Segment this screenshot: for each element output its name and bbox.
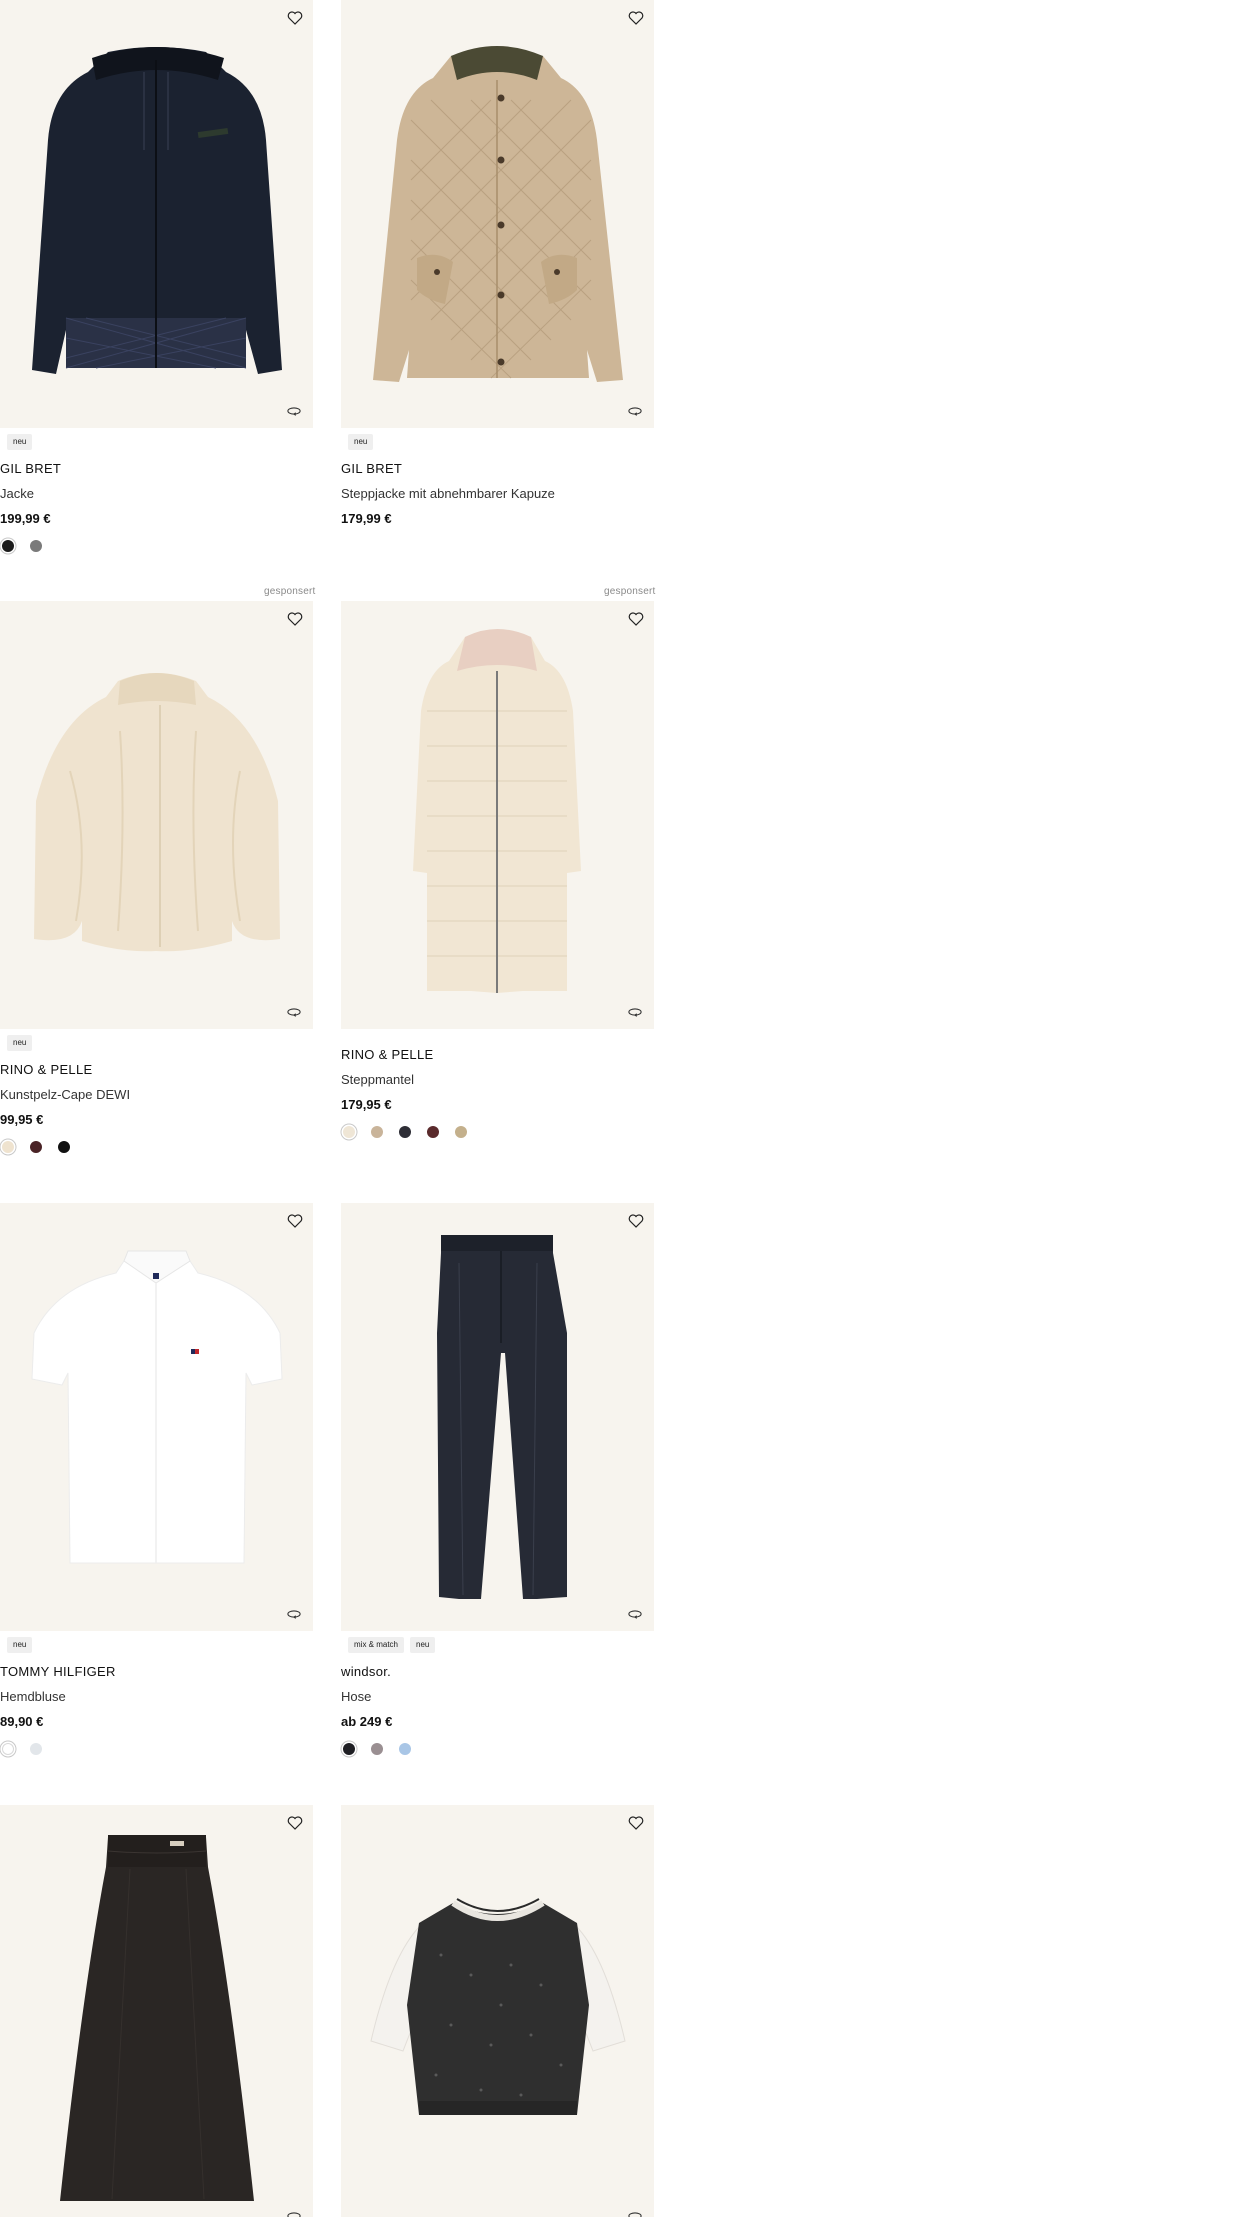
360-view-icon[interactable]: [628, 1007, 642, 1017]
new-badge: neu: [7, 1035, 33, 1051]
color-swatch[interactable]: [30, 540, 42, 552]
mix-and-match-badge: mix & match: [348, 1637, 405, 1653]
product-brand[interactable]: RINO & PELLE: [0, 1062, 313, 1077]
badge-list: neu: [7, 1637, 313, 1653]
product-price: ab 249 €: [341, 1714, 393, 1729]
product-name[interactable]: Jacke: [0, 486, 313, 501]
badge-list: neu: [348, 434, 654, 450]
color-swatch[interactable]: [2, 1141, 14, 1153]
sequin-vest-top-image: [370, 1898, 626, 2115]
product-image[interactable]: [341, 1203, 654, 1631]
heart-icon[interactable]: [286, 610, 304, 628]
color-swatch[interactable]: [399, 1743, 411, 1755]
color-swatch[interactable]: [371, 1126, 383, 1138]
beige-quilted-jacket-image: [373, 46, 623, 382]
product-name[interactable]: Kunstpelz-Cape DEWI: [0, 1087, 313, 1102]
new-badge: neu: [7, 1637, 33, 1653]
color-swatch[interactable]: [371, 1743, 383, 1755]
product-name[interactable]: Steppjacke mit abnehmbarer Kapuze: [341, 486, 654, 501]
color-swatch[interactable]: [30, 1141, 42, 1153]
product-name[interactable]: Hemdbluse: [0, 1689, 313, 1704]
360-view-icon[interactable]: [628, 1609, 642, 1619]
product-brand[interactable]: GIL BRET: [341, 461, 654, 476]
black-midi-skirt-image: [60, 1835, 254, 2201]
product-brand[interactable]: RINO & PELLE: [341, 1047, 654, 1062]
color-swatch[interactable]: [427, 1126, 439, 1138]
product-image[interactable]: [0, 0, 313, 428]
heart-icon[interactable]: [627, 1814, 645, 1832]
badge-list: neu: [7, 1035, 313, 1051]
product-brand[interactable]: windsor.: [341, 1664, 654, 1679]
color-swatch[interactable]: [455, 1126, 467, 1138]
product-image[interactable]: [0, 601, 313, 1029]
color-swatches: [341, 1125, 654, 1139]
360-view-icon[interactable]: [628, 2211, 642, 2217]
360-view-icon[interactable]: [628, 406, 642, 416]
color-swatch[interactable]: [343, 1743, 355, 1755]
color-swatch[interactable]: [343, 1126, 355, 1138]
product-price: 99,95 €: [0, 1112, 44, 1127]
long-quilted-coat-image: [413, 629, 581, 993]
360-view-icon[interactable]: [287, 406, 301, 416]
color-swatches: [0, 1140, 313, 1154]
product-price: 199,99 €: [0, 511, 51, 526]
product-image[interactable]: [341, 1805, 654, 2217]
360-view-icon[interactable]: [287, 1609, 301, 1619]
heart-icon[interactable]: [286, 9, 304, 27]
new-badge: neu: [348, 434, 374, 450]
sponsored-label: gesponsert: [264, 586, 316, 597]
color-swatch[interactable]: [30, 1743, 42, 1755]
360-view-icon[interactable]: [287, 2211, 301, 2217]
badge-list: neu: [7, 434, 313, 450]
heart-icon[interactable]: [286, 1814, 304, 1832]
heart-icon[interactable]: [627, 9, 645, 27]
product-image[interactable]: [0, 1203, 313, 1631]
product-name[interactable]: Hose: [341, 1689, 654, 1704]
faux-fur-cape-image: [34, 673, 280, 952]
new-badge: neu: [7, 434, 33, 450]
product-price: 179,99 €: [341, 511, 392, 526]
product-price: 89,90 €: [0, 1714, 44, 1729]
color-swatches: [0, 539, 313, 553]
heart-icon[interactable]: [627, 610, 645, 628]
color-swatch[interactable]: [58, 1141, 70, 1153]
product-price: 179,95 €: [341, 1097, 392, 1112]
color-swatches: [0, 1742, 313, 1756]
new-badge: neu: [410, 1637, 436, 1653]
product-image[interactable]: [341, 601, 654, 1029]
badge-list: mix & match neu: [348, 1637, 654, 1653]
product-brand[interactable]: TOMMY HILFIGER: [0, 1664, 313, 1679]
color-swatch[interactable]: [2, 540, 14, 552]
color-swatch[interactable]: [399, 1126, 411, 1138]
dark-hooded-jacket-image: [32, 47, 282, 374]
360-view-icon[interactable]: [287, 1007, 301, 1017]
product-image[interactable]: [0, 1805, 313, 2217]
color-swatches: [341, 1742, 654, 1756]
heart-icon[interactable]: [286, 1212, 304, 1230]
heart-icon[interactable]: [627, 1212, 645, 1230]
white-shirt-blouse-image: [31, 1250, 283, 1564]
sponsored-label: gesponsert: [604, 586, 656, 597]
product-image[interactable]: [341, 0, 654, 428]
color-swatch[interactable]: [2, 1743, 14, 1755]
navy-trousers-image: [437, 1235, 567, 1599]
product-name[interactable]: Steppmantel: [341, 1072, 654, 1087]
product-brand[interactable]: GIL BRET: [0, 461, 313, 476]
